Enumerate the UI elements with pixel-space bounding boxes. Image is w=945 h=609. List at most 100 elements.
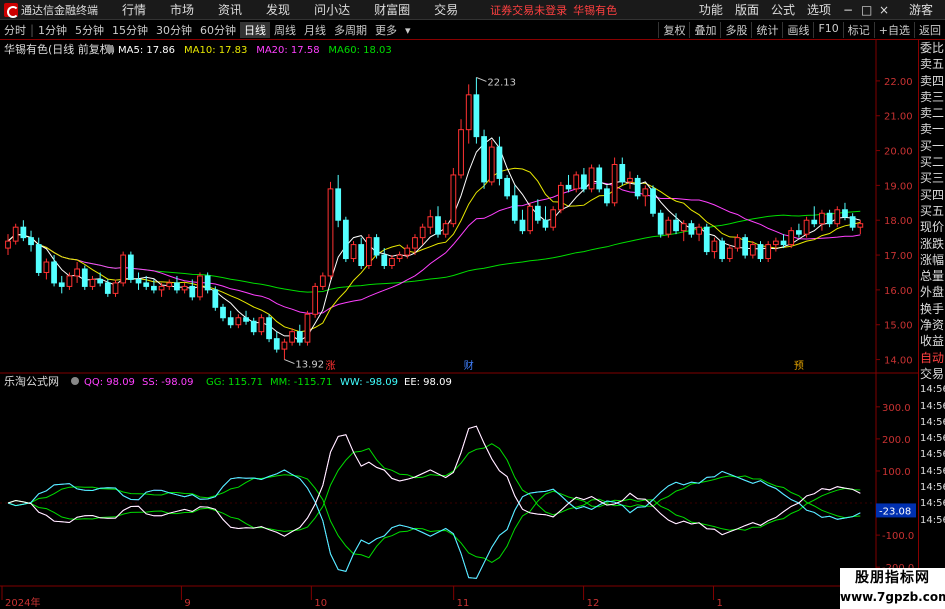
quote-label-s3: 卖三 [920,89,945,104]
candle-body [396,254,403,260]
indicator-legend: GG: 115.71 [206,377,263,388]
indicator-legend: QQ: 98.09 [84,377,135,388]
tick-time: 14:56 [920,400,945,412]
menu-formula[interactable]: 公式 [765,1,801,18]
candle-body [135,278,142,284]
kline-chart[interactable]: 22.00 21.00 20.00 19.00 18.00 17.00 16.00 15.00… [0,40,918,609]
close-icon[interactable]: × [873,3,891,17]
candle [327,181,334,280]
candle [366,234,372,269]
candle-body [419,226,426,239]
price-tick-label: 22.00 [884,77,913,88]
login-notice[interactable]: 证券交易未登录 华锡有色 [490,2,617,18]
watermark-url: www.7gpzb.com [840,590,945,604]
trade-tab[interactable]: 交易 [919,366,945,382]
date-label: 10 [314,598,327,609]
candle-body [780,240,787,246]
menu-layout[interactable]: 版面 [729,1,765,18]
period-5min[interactable]: 5分钟 [71,22,108,38]
period-weekly[interactable]: 周线 [270,22,300,38]
candle-body [235,317,242,326]
indicator-tick-label: 100.0 [882,467,911,478]
menu-ask[interactable]: 问小达 [302,1,362,18]
period-toolbar: 分时 | 1分钟 5分钟 15分钟 30分钟 60分钟 日线 周线 月线 多周期 … [0,21,945,40]
menu-discover[interactable]: 发现 [254,1,302,18]
candle [488,140,495,186]
period-60min[interactable]: 60分钟 [196,22,240,38]
auto-tab[interactable]: 自动 [919,350,945,366]
candle [819,209,825,231]
candle-body [312,285,319,315]
low-pointer [284,359,295,365]
candle [473,77,480,144]
chart-title: 华锡有色(日线 前复权) [4,42,115,56]
right-menu: 功能 版面 公式 选项 − □ × 游客 [693,1,945,18]
site-watermark: 股朋指标网 www.7gpzb.com [840,568,945,609]
candle [688,220,695,238]
candle-body [627,177,633,183]
candle-body [819,212,825,225]
candle [120,251,127,287]
menu-options[interactable]: 选项 [801,1,837,18]
btn-multi-stock[interactable]: 多股 [720,22,751,38]
candle [765,241,772,263]
tick-time: 14:56 [920,482,945,494]
candle [511,185,518,224]
menu-function[interactable]: 功能 [693,1,729,18]
period-30min[interactable]: 30分钟 [152,22,196,38]
period-daily[interactable]: 日线 [240,22,271,38]
btn-f10[interactable]: F10 [813,22,842,38]
period-tick[interactable]: 分时 [0,22,30,38]
indicator-tick-label: -100.0 [882,531,914,542]
candle [20,220,27,242]
menu-wealth[interactable]: 财富圈 [362,1,422,18]
indicator-lines [7,425,861,579]
candle-body [350,244,357,260]
menu-news[interactable]: 资讯 [206,1,254,18]
minimize-icon[interactable]: − [837,3,855,17]
candle [596,164,603,193]
btn-adjust[interactable]: 复权 [658,22,689,38]
candle [665,216,672,238]
btn-overlay[interactable]: 叠加 [689,22,720,38]
more-dropdown-icon[interactable]: ▾ [401,24,415,37]
menu-quotes[interactable]: 行情 [110,1,158,18]
candle-body [688,223,695,235]
period-more[interactable]: 更多 [371,22,401,38]
candle-body [220,306,226,319]
candle [389,255,395,269]
menu-market[interactable]: 市场 [158,1,206,18]
candle-body [319,275,326,287]
toolbar-right: 复权 叠加 多股 统计 画线 F10 标记 +自选 返回 [658,22,945,38]
candle [588,164,595,193]
period-multi[interactable]: 多周期 [330,22,371,38]
indicator-legend: EE: 98.09 [404,377,452,388]
period-15min[interactable]: 15分钟 [108,22,152,38]
candle [550,206,557,231]
btn-draw[interactable]: 画线 [782,22,813,38]
maximize-icon[interactable]: □ [855,3,873,17]
indicator-tick-label: 200.0 [882,435,911,446]
period-monthly[interactable]: 月线 [300,22,330,38]
candle-body [12,226,19,242]
candle [166,279,173,290]
candle-body [112,282,119,294]
candle-body [158,285,165,291]
candle [496,136,503,186]
candle-body [28,237,34,246]
candle-body [81,268,88,287]
btn-stats[interactable]: 统计 [751,22,782,38]
candle [127,251,134,283]
candle [43,258,50,280]
high-pointer [476,76,487,82]
candle [58,275,65,294]
guest-button[interactable]: 游客 [903,1,939,18]
price-tick-label: 14.00 [884,356,913,367]
period-1min[interactable]: 1分钟 [34,22,71,38]
btn-add-watchlist[interactable]: +自选 [873,22,914,38]
candle [834,206,841,228]
menu-trade[interactable]: 交易 [422,1,470,18]
candle [5,234,11,256]
btn-mark[interactable]: 标记 [842,22,874,38]
btn-back[interactable]: 返回 [914,22,945,38]
